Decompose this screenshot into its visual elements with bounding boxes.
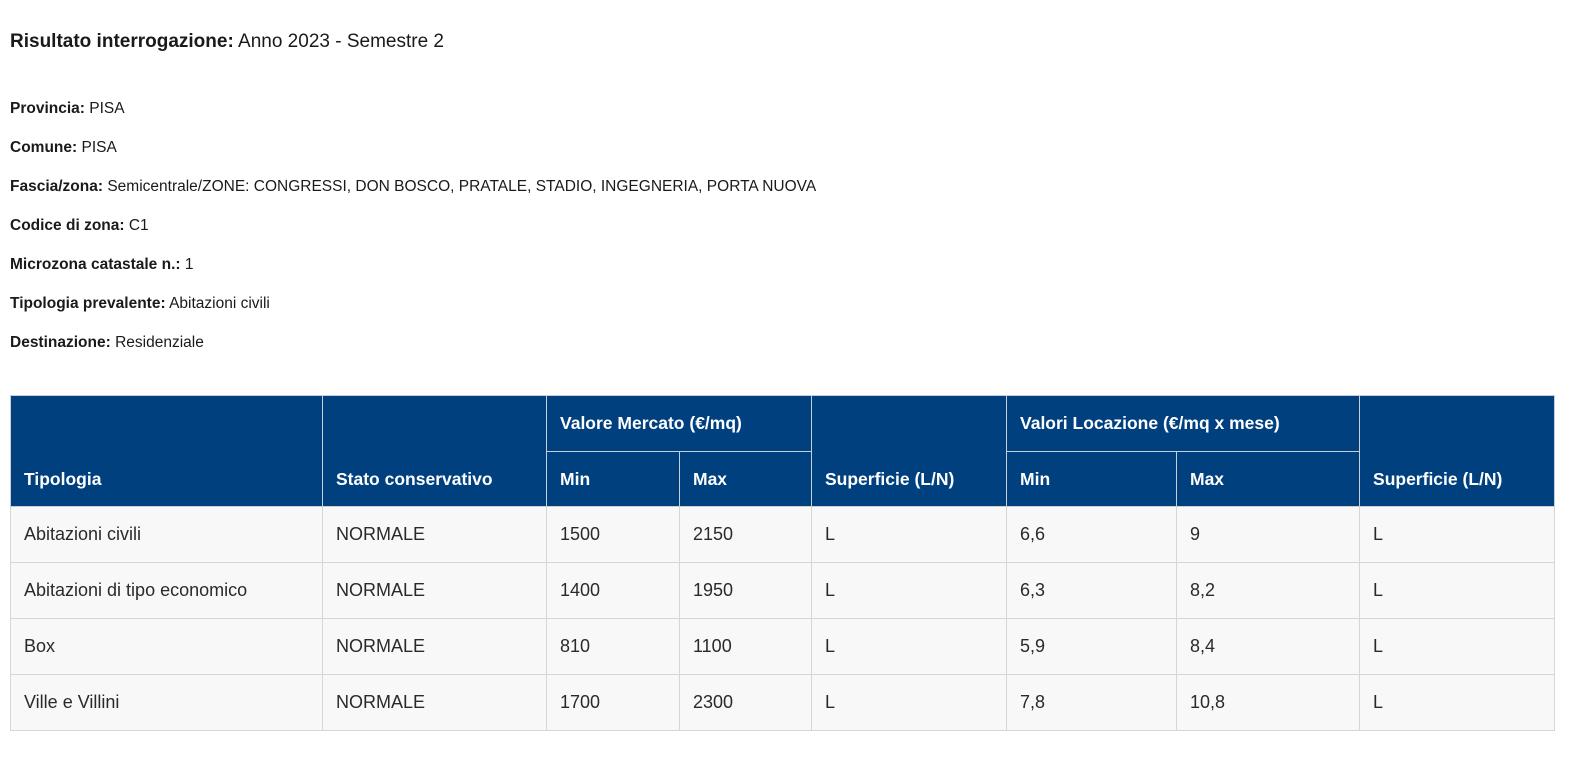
cell-superficie-mercato: L <box>811 506 1007 563</box>
meta-value: PISA <box>81 139 117 156</box>
cell-tipologia: Abitazioni di tipo economico <box>10 562 323 619</box>
meta-fascia-zona: Fascia/zona: Semicentrale/ZONE: CONGRESS… <box>10 176 816 215</box>
meta-key: Tipologia prevalente: <box>10 295 166 312</box>
header-vl-max: Max <box>1175 451 1361 507</box>
meta-codice-zona: Codice di zona: C1 <box>10 215 816 254</box>
meta-value: Abitazioni civili <box>169 295 270 312</box>
meta-key: Provincia: <box>10 100 85 117</box>
meta-comune: Comune: PISA <box>10 137 816 176</box>
cell-vm-max: 2150 <box>679 506 812 563</box>
meta-tipologia-prevalente: Tipologia prevalente: Abitazioni civili <box>10 293 816 332</box>
header-vm-max: Max <box>679 451 812 507</box>
header-tipologia: Tipologia <box>10 395 323 507</box>
cell-vl-max: 9 <box>1175 506 1361 563</box>
cell-superficie-locazione: L <box>1359 506 1556 563</box>
meta-destinazione: Destinazione: Residenziale <box>10 332 816 371</box>
cell-stato: NORMALE <box>322 506 547 563</box>
cell-stato: NORMALE <box>322 674 547 731</box>
zone-details-list: Provincia: PISA Comune: PISA Fascia/zona… <box>10 98 816 371</box>
cell-vl-min: 6,3 <box>1006 562 1177 619</box>
cell-vm-min: 810 <box>546 618 680 675</box>
cell-stato: NORMALE <box>322 618 547 675</box>
meta-key: Destinazione: <box>10 334 111 351</box>
table-row: Box NORMALE 810 1100 L 5,9 8,4 L <box>10 618 1556 675</box>
cell-superficie-mercato: L <box>811 562 1007 619</box>
quotations-table: Tipologia Stato conservativo Valore Merc… <box>10 395 1556 731</box>
cell-tipologia: Box <box>10 618 323 675</box>
cell-tipologia: Abitazioni civili <box>10 506 323 563</box>
meta-microzona: Microzona catastale n.: 1 <box>10 254 816 293</box>
meta-value: PISA <box>89 100 125 117</box>
cell-vl-min: 5,9 <box>1006 618 1177 675</box>
result-title-value: Anno 2023 - Semestre 2 <box>238 31 444 52</box>
header-stato-conservativo: Stato conservativo <box>322 395 547 507</box>
meta-key: Microzona catastale n.: <box>10 256 181 273</box>
result-title: Risultato interrogazione: Anno 2023 - Se… <box>10 30 444 54</box>
meta-key: Codice di zona: <box>10 217 125 234</box>
cell-vm-min: 1700 <box>546 674 680 731</box>
cell-vm-max: 2300 <box>679 674 812 731</box>
table-row: Ville e Villini NORMALE 1700 2300 L 7,8 … <box>10 674 1556 731</box>
cell-vm-min: 1400 <box>546 562 680 619</box>
cell-superficie-locazione: L <box>1359 618 1556 675</box>
header-vl-min: Min <box>1006 451 1177 507</box>
cell-vl-min: 7,8 <box>1006 674 1177 731</box>
cell-vm-max: 1950 <box>679 562 812 619</box>
cell-superficie-mercato: L <box>811 674 1007 731</box>
cell-superficie-locazione: L <box>1359 562 1556 619</box>
header-superficie-mercato: Superficie (L/N) <box>811 395 1007 507</box>
cell-vl-min: 6,6 <box>1006 506 1177 563</box>
meta-value: Residenziale <box>115 334 204 351</box>
cell-vl-max: 8,2 <box>1175 562 1361 619</box>
meta-value: C1 <box>128 217 149 234</box>
cell-vl-max: 8,4 <box>1175 618 1361 675</box>
table-row: Abitazioni di tipo economico NORMALE 140… <box>10 562 1556 619</box>
meta-key: Fascia/zona: <box>10 178 104 195</box>
header-vm-min: Min <box>546 451 680 507</box>
cell-stato: NORMALE <box>322 562 547 619</box>
meta-value: Semicentrale/ZONE: CONGRESSI, DON BOSCO,… <box>107 178 817 195</box>
result-title-label: Risultato interrogazione: <box>10 31 234 52</box>
meta-key: Comune: <box>10 139 78 156</box>
cell-superficie-mercato: L <box>811 618 1007 675</box>
table-row: Abitazioni civili NORMALE 1500 2150 L 6,… <box>10 506 1556 563</box>
cell-superficie-locazione: L <box>1359 674 1556 731</box>
meta-value: 1 <box>184 256 194 273</box>
meta-provincia: Provincia: PISA <box>10 98 816 137</box>
cell-vm-max: 1100 <box>679 618 812 675</box>
cell-tipologia: Ville e Villini <box>10 674 323 731</box>
header-valori-locazione: Valori Locazione (€/mq x mese) <box>1005 395 1361 452</box>
header-valore-mercato: Valore Mercato (€/mq) <box>546 395 812 452</box>
header-superficie-locazione: Superficie (L/N) <box>1359 395 1556 507</box>
cell-vl-max: 10,8 <box>1175 674 1361 731</box>
cell-vm-min: 1500 <box>546 506 680 563</box>
